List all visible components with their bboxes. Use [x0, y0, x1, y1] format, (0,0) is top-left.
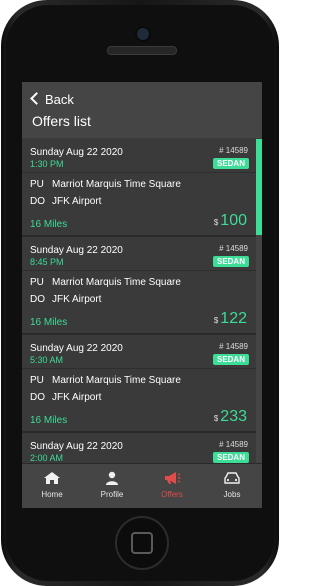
offers-list[interactable]: Sunday Aug 22 2020 1:30 PM # 14589 SEDAN…: [22, 139, 262, 463]
chevron-left-icon: [30, 92, 43, 105]
offer-number: # 14589: [219, 146, 248, 155]
vehicle-badge: SEDAN: [212, 158, 249, 169]
price-value: 100: [220, 212, 247, 229]
nav-item-offers[interactable]: Offers: [142, 464, 202, 508]
pickup-location: Marriot Marquis Time Square: [52, 375, 181, 386]
offer-number: # 14589: [219, 244, 248, 253]
offer-number: # 14589: [219, 440, 248, 449]
scrollbar-thumb[interactable]: [256, 139, 262, 235]
card-divider: [22, 172, 256, 173]
nav-item-jobs[interactable]: Jobs: [202, 464, 262, 508]
card-divider: [22, 368, 256, 369]
offer-card[interactable]: Sunday Aug 22 2020 2:00 AM # 14589 SEDAN: [22, 433, 256, 463]
pickup-location: Marriot Marquis Time Square: [52, 179, 181, 190]
vehicle-badge: SEDAN: [212, 354, 249, 365]
offer-time: 1:30 PM: [30, 159, 64, 169]
page-title: Offers list: [32, 113, 91, 129]
offer-date: Sunday Aug 22 2020: [30, 441, 123, 452]
dropoff-row: DO JFK Airport: [30, 196, 101, 207]
dropoff-tag: DO: [30, 294, 45, 305]
back-button[interactable]: Back: [30, 92, 74, 107]
vehicle-badge: SEDAN: [212, 452, 249, 463]
offer-price: $100: [214, 212, 247, 230]
offer-date: Sunday Aug 22 2020: [30, 343, 123, 354]
dropoff-row: DO JFK Airport: [30, 392, 101, 403]
pickup-row: PU Marriot Marquis Time Square: [30, 179, 181, 190]
nav-label-home: Home: [41, 490, 63, 499]
currency-symbol: $: [213, 414, 219, 423]
offer-date: Sunday Aug 22 2020: [30, 245, 123, 256]
price-value: 122: [220, 310, 247, 327]
back-label: Back: [45, 92, 74, 107]
offer-miles: 16 Miles: [30, 317, 68, 328]
bottom-nav: Home Profile Offers Jobs: [22, 463, 262, 508]
nav-label-offers: Offers: [161, 490, 183, 499]
offer-card[interactable]: Sunday Aug 22 2020 8:45 PM # 14589 SEDAN…: [22, 237, 256, 335]
car-icon: [224, 472, 240, 484]
earpiece-speaker: [107, 46, 177, 55]
dropoff-tag: DO: [30, 196, 45, 207]
offer-miles: 16 Miles: [30, 415, 68, 426]
offer-card[interactable]: Sunday Aug 22 2020 1:30 PM # 14589 SEDAN…: [22, 139, 256, 237]
offer-miles: 16 Miles: [30, 219, 68, 230]
header: Back Offers list: [22, 82, 262, 138]
dropoff-tag: DO: [30, 392, 45, 403]
home-hardware-button[interactable]: [115, 516, 169, 570]
currency-symbol: $: [213, 218, 219, 227]
offer-date: Sunday Aug 22 2020: [30, 147, 123, 158]
nav-label-jobs: Jobs: [223, 490, 241, 499]
offer-time: 5:30 AM: [30, 355, 64, 365]
offer-card[interactable]: Sunday Aug 22 2020 5:30 AM # 14589 SEDAN…: [22, 335, 256, 433]
dropoff-row: DO JFK Airport: [30, 294, 101, 305]
offer-price: $122: [214, 310, 247, 328]
pickup-row: PU Marriot Marquis Time Square: [30, 375, 181, 386]
pickup-tag: PU: [30, 277, 44, 288]
offer-time: 2:00 AM: [30, 453, 64, 463]
home-icon: [44, 472, 60, 484]
currency-symbol: $: [213, 316, 219, 325]
dropoff-location: JFK Airport: [52, 294, 102, 305]
dropoff-location: JFK Airport: [52, 392, 102, 403]
nav-item-profile[interactable]: Profile: [82, 464, 142, 508]
nav-item-home[interactable]: Home: [22, 464, 82, 508]
offer-number: # 14589: [219, 342, 248, 351]
pickup-tag: PU: [30, 375, 44, 386]
nav-label-profile: Profile: [100, 490, 124, 499]
offer-price: $233: [214, 408, 247, 426]
price-value: 233: [220, 408, 247, 425]
card-divider: [22, 270, 256, 271]
user-icon: [106, 471, 118, 485]
app-screen: Back Offers list Sunday Aug 22 2020 1:30…: [22, 82, 262, 508]
offer-time: 8:45 PM: [30, 257, 64, 267]
pickup-row: PU Marriot Marquis Time Square: [30, 277, 181, 288]
megaphone-icon: [165, 472, 181, 484]
pickup-tag: PU: [30, 179, 44, 190]
front-camera: [135, 26, 151, 42]
pickup-location: Marriot Marquis Time Square: [52, 277, 181, 288]
vehicle-badge: SEDAN: [212, 256, 249, 267]
dropoff-location: JFK Airport: [52, 196, 102, 207]
